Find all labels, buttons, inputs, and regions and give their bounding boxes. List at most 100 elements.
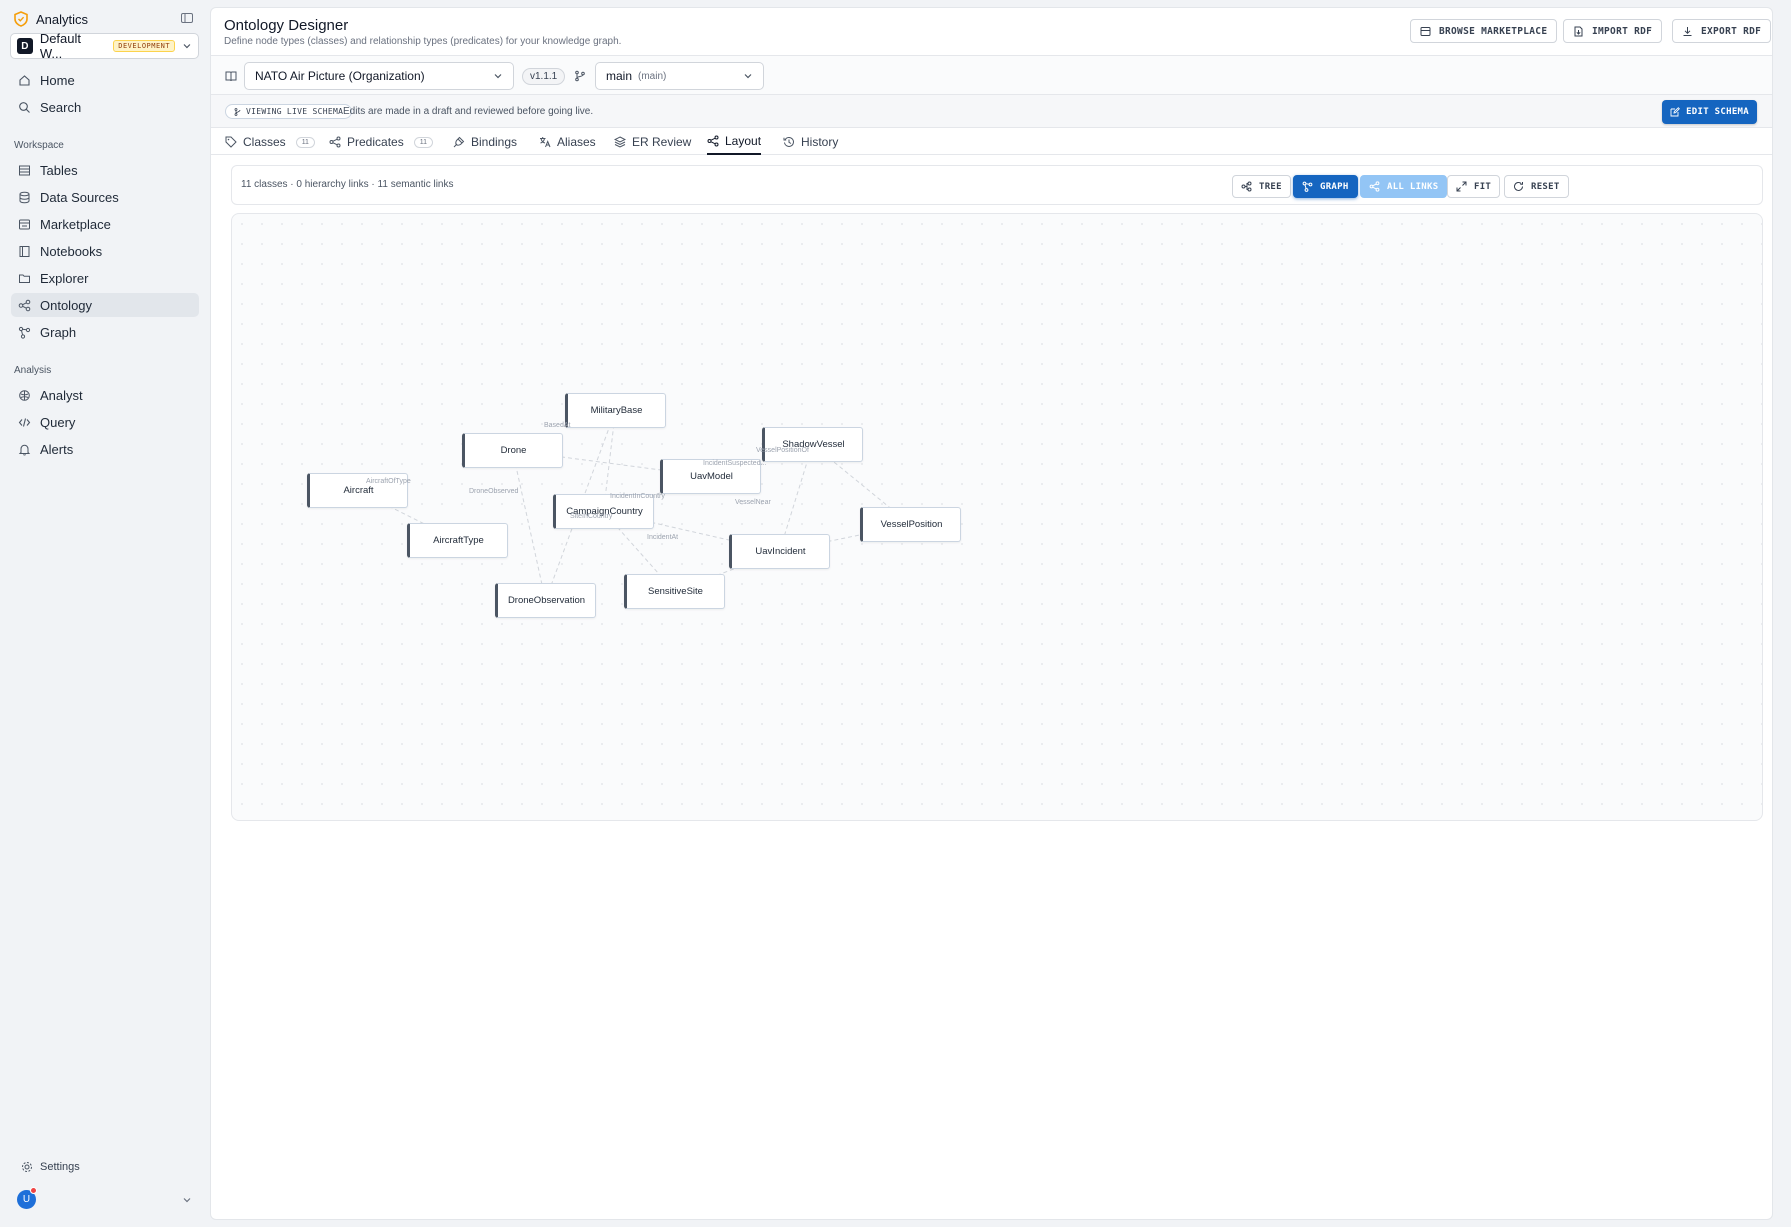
tab-label: Aliases — [557, 135, 596, 149]
tab-count: 11 — [295, 136, 315, 148]
download-icon — [1683, 26, 1692, 36]
settings-link[interactable]: Settings — [21, 1161, 80, 1173]
graph-edges — [357, 410, 911, 601]
sidebar-section-analysis: Analysis — [14, 365, 52, 376]
browse-marketplace-label: BROWSE MARKETPLACE — [1439, 25, 1548, 37]
ontology-toolbar: NATO Air Picture (Organization) v1.1.1 m… — [211, 56, 1772, 95]
bell-icon — [18, 444, 31, 456]
tab-aliases[interactable]: Aliases — [539, 129, 596, 155]
sidebar-item-label: Home — [40, 72, 75, 88]
sidebar-item-label: Query — [40, 414, 76, 430]
page-subtitle: Define node types (classes) and relation… — [224, 36, 622, 47]
expand-icon — [1456, 181, 1467, 192]
sidebar-item-notebooks[interactable]: Notebooks — [11, 239, 199, 263]
edge-label: SiteInCountry — [570, 513, 613, 520]
graph-node[interactable]: SensitiveSite — [624, 574, 725, 609]
sidebar-section-workspace: Workspace — [14, 140, 64, 151]
shield-logo-icon — [14, 11, 28, 27]
sidebar-item-graph[interactable]: Graph — [11, 320, 199, 344]
sidebar-item-label: Search — [40, 99, 82, 115]
chevron-down-icon — [494, 74, 502, 79]
import-rdf-button[interactable]: IMPORT RDF — [1563, 19, 1663, 43]
sidebar-item-query[interactable]: Query — [11, 410, 199, 434]
tab-count: 11 — [413, 136, 433, 148]
edge-label: DroneObserved — [469, 488, 519, 495]
sidebar-item-search[interactable]: Search — [11, 95, 199, 119]
reset-layout-button[interactable]: RESET — [1504, 175, 1569, 198]
tab-bindings[interactable]: Bindings — [453, 129, 517, 155]
sidebar-item-label: Graph — [40, 324, 77, 340]
browse-marketplace-button[interactable]: BROWSE MARKETPLACE — [1410, 19, 1558, 43]
export-rdf-button[interactable]: EXPORT RDF — [1672, 19, 1772, 43]
tab-label: Layout — [725, 134, 762, 148]
store-icon — [1420, 26, 1431, 36]
export-rdf-label: EXPORT RDF — [1701, 25, 1762, 37]
sidebar-item-alerts[interactable]: Alerts — [11, 437, 199, 461]
graph-node[interactable]: AircraftType — [407, 523, 508, 558]
graph-view-button[interactable]: GRAPH — [1293, 175, 1358, 198]
tab-layout[interactable]: Layout — [707, 129, 762, 155]
page-header: Ontology Designer Define node types (cla… — [211, 8, 1772, 56]
tab-label: Predicates — [347, 135, 404, 149]
sidebar-item-explorer[interactable]: Explorer — [11, 266, 199, 290]
graph-canvas[interactable]: MilitaryBase Drone UavModel ShadowVessel Air… — [231, 213, 1763, 821]
sidebar-item-data-sources[interactable]: Data Sources — [11, 185, 199, 209]
git-branch-icon — [575, 70, 585, 82]
ontology-select[interactable]: NATO Air Picture (Organization) — [244, 62, 514, 90]
sidebar-item-label: Explorer — [40, 270, 89, 286]
sidebar-collapse-icon[interactable] — [181, 12, 193, 24]
book-icon — [225, 71, 237, 82]
tree-view-button[interactable]: TREE — [1232, 175, 1291, 198]
tree-view-label: TREE — [1259, 181, 1282, 192]
chevron-down-icon — [744, 74, 752, 79]
graph-node[interactable]: Drone — [462, 433, 563, 468]
ontology-icon — [18, 299, 31, 311]
branch-select[interactable]: main (main) — [595, 62, 764, 90]
workspace-selector[interactable]: D Default W... DEVELOPMENT — [10, 31, 199, 61]
graph-node[interactable]: DroneObservation — [495, 583, 596, 618]
sidebar-item-tables[interactable]: Tables — [11, 158, 199, 182]
gear-icon — [22, 1162, 32, 1172]
edge-label: IncidentAt — [647, 534, 679, 541]
edge-label: IncidentSuspected... — [703, 460, 767, 467]
sidebar: Analytics D Default W... DEVELOPMENT Hom… — [0, 0, 209, 1227]
graph-node[interactable]: MilitaryBase — [565, 393, 666, 428]
workspace-avatar: D — [17, 38, 33, 54]
git-branch-icon — [234, 107, 241, 116]
main-panel: Ontology Designer Define node types (cla… — [210, 7, 1773, 1220]
tab-label: Bindings — [471, 135, 518, 149]
tab-er-review[interactable]: ER Review — [614, 129, 691, 155]
live-schema-badge: VIEWING LIVE SCHEMA — [225, 104, 353, 119]
sidebar-item-label: Notebooks — [40, 243, 103, 259]
app-brand[interactable]: Analytics — [14, 10, 88, 28]
schema-note: Edits are made in a draft and reviewed b… — [343, 106, 594, 117]
workspace-name: Default W... — [39, 31, 82, 61]
tab-classes[interactable]: Classes 11 — [225, 129, 315, 155]
store-icon — [19, 219, 30, 229]
ontology-select-value: NATO Air Picture (Organization) — [255, 69, 425, 83]
all-links-button[interactable]: ALL LINKS — [1360, 175, 1448, 198]
sidebar-item-marketplace[interactable]: Marketplace — [11, 212, 199, 236]
share-nodes-icon — [707, 135, 719, 147]
tab-predicates[interactable]: Predicates 11 — [329, 129, 433, 155]
graph-node[interactable]: VesselPosition — [860, 507, 961, 542]
chevron-down-icon[interactable] — [182, 1195, 192, 1205]
settings-label: Settings — [40, 1161, 80, 1173]
tab-label: ER Review — [632, 135, 692, 149]
notification-dot — [30, 1187, 37, 1194]
reset-layout-label: RESET — [1531, 181, 1560, 192]
sidebar-item-home[interactable]: Home — [11, 68, 199, 92]
sidebar-item-analyst[interactable]: Analyst — [11, 383, 199, 407]
graph-node[interactable]: ShadowVessel — [762, 427, 863, 462]
all-links-label: ALL LINKS — [1387, 181, 1439, 192]
edit-icon — [1670, 107, 1681, 117]
graph-icon — [1302, 181, 1313, 192]
tab-label: Classes — [243, 135, 286, 149]
home-icon — [19, 74, 30, 86]
sidebar-item-ontology[interactable]: Ontology — [11, 293, 199, 317]
tab-history[interactable]: History — [783, 129, 838, 155]
edit-schema-button[interactable]: EDIT SCHEMA — [1662, 100, 1757, 124]
code-icon — [18, 417, 31, 427]
fit-view-button[interactable]: FIT — [1447, 175, 1501, 198]
graph-node[interactable]: UavIncident — [729, 534, 830, 569]
